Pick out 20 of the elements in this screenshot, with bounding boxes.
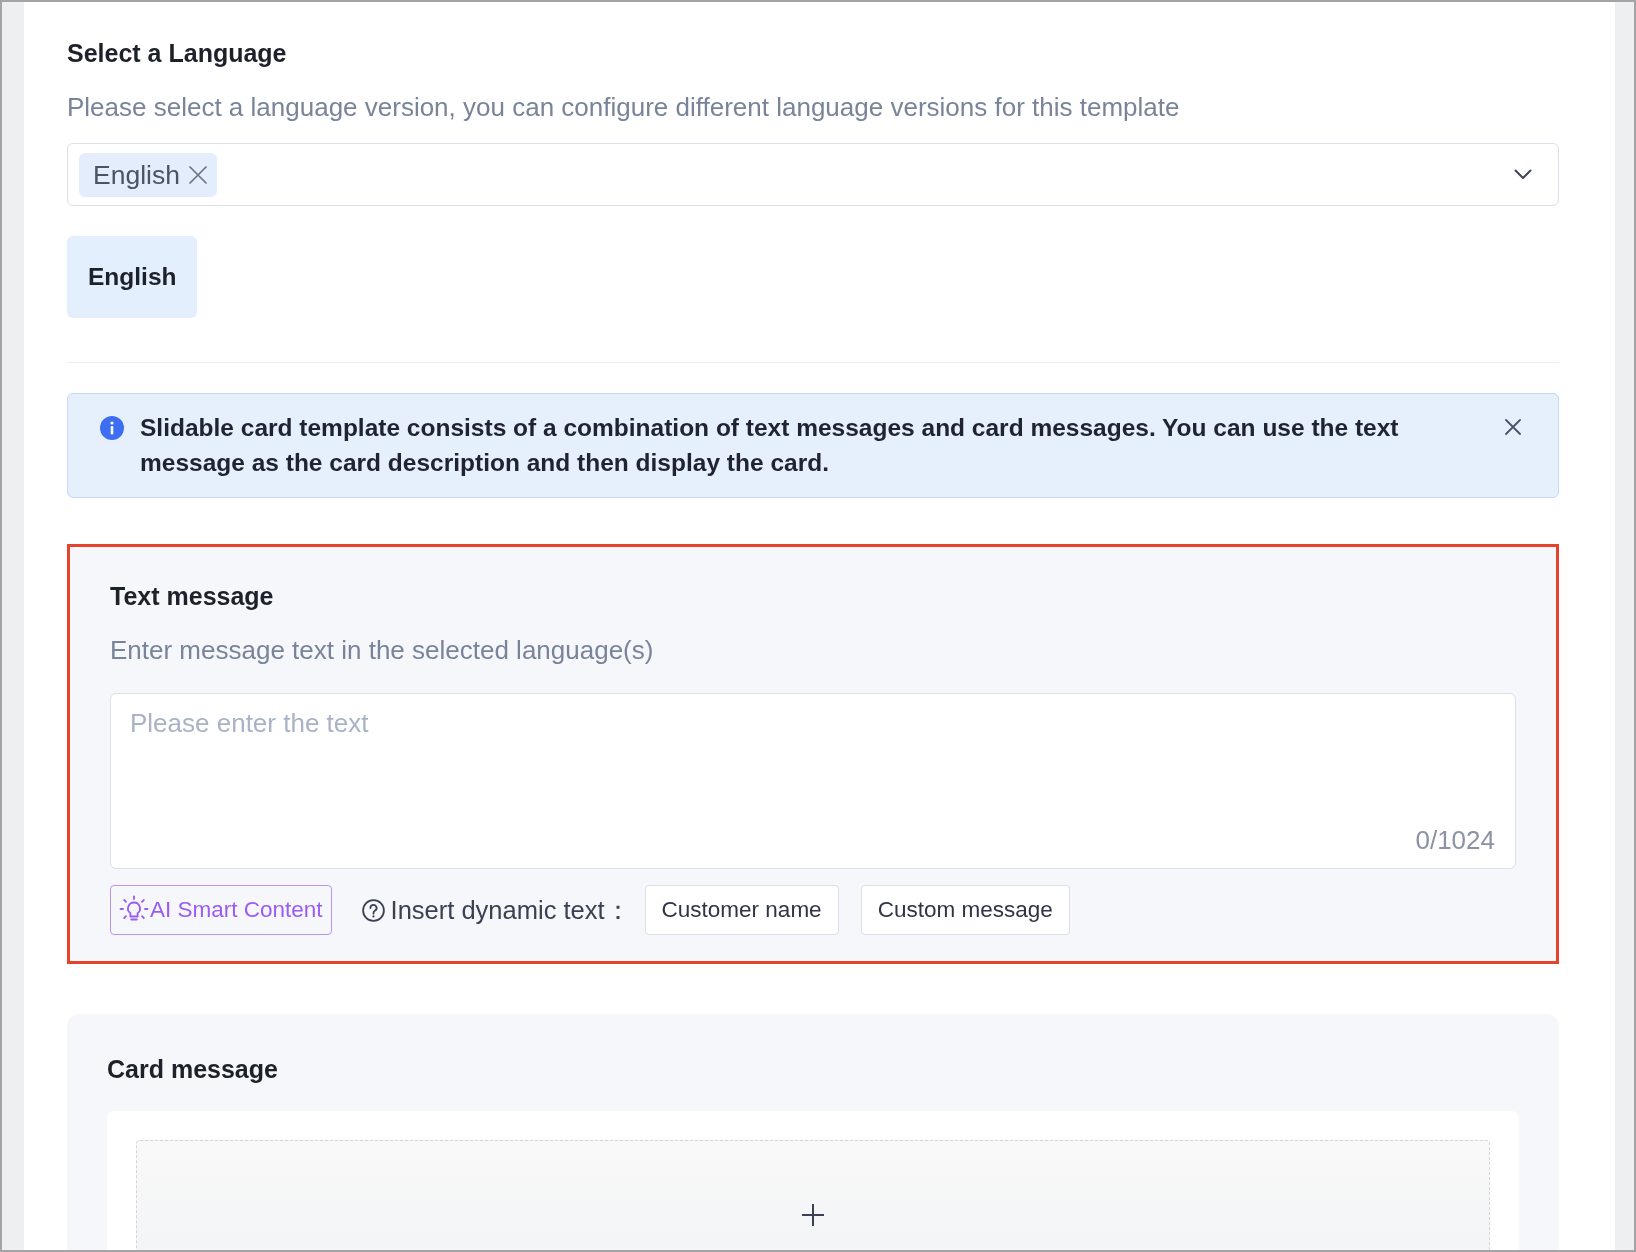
- language-tab[interactable]: English: [67, 236, 198, 318]
- close-icon[interactable]: [188, 165, 207, 184]
- language-select[interactable]: English: [67, 143, 1559, 206]
- help-icon: [361, 898, 385, 922]
- insert-variable-button[interactable]: Custom message: [860, 885, 1070, 935]
- section-title: Card message: [107, 1054, 279, 1084]
- section-description: Enter message text in the selected language(s): [110, 634, 655, 666]
- tag-label: English: [93, 158, 180, 191]
- char-counter: 0/1024: [1415, 824, 1495, 856]
- info-icon: [100, 416, 124, 440]
- close-icon[interactable]: [1505, 419, 1521, 435]
- dynamic-text-label: Insert dynamic text：: [390, 895, 631, 925]
- banner-text: Slidable card template consists of a combination of text messages and card messages. You can use the text message as the card description and then display the card.: [140, 413, 1400, 478]
- section-title: Select a Language: [67, 38, 288, 68]
- section-title: Text message: [110, 581, 275, 611]
- plus-icon: [801, 1203, 825, 1227]
- chevron-down-icon[interactable]: [1514, 169, 1532, 180]
- section-description: Please select a language version, you can configure different language versions for this template: [67, 91, 1181, 123]
- insert-variable-button[interactable]: Customer name: [644, 885, 839, 935]
- ai-smart-content-button[interactable]: AI Smart Content: [110, 885, 332, 935]
